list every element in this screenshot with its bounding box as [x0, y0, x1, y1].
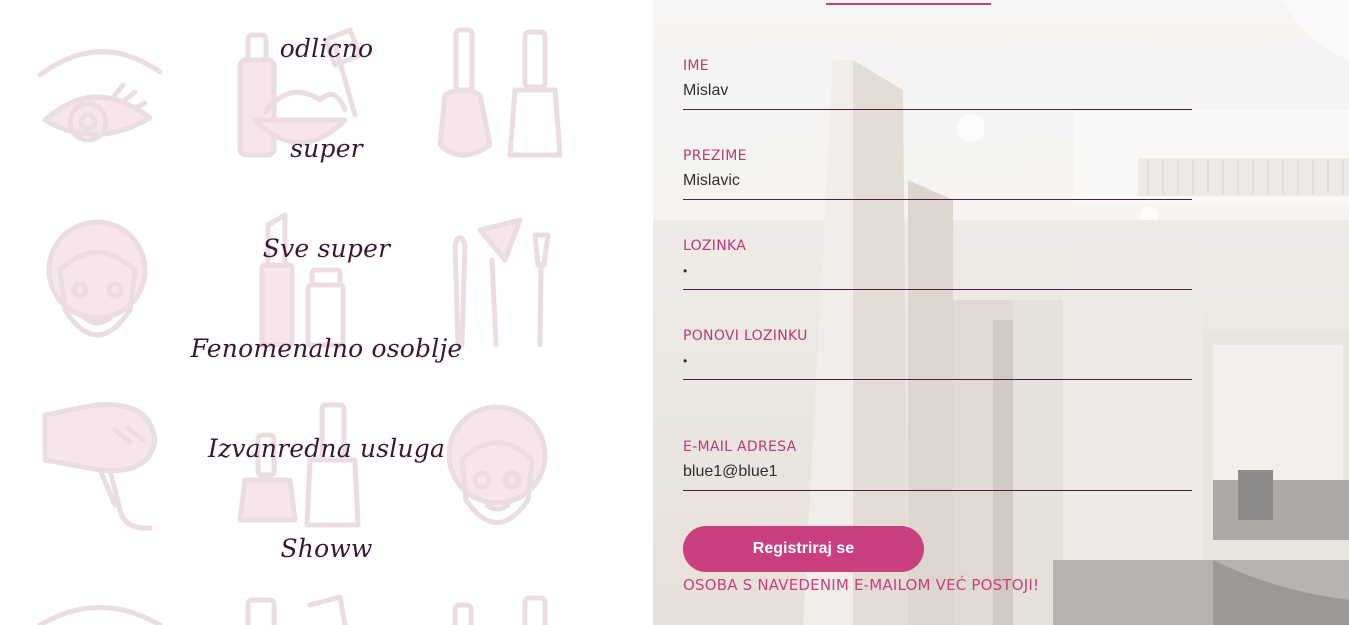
error-message: OSOBA S NAVEDENIM E-MAILOM VEĆ POSTOJI!: [683, 576, 1040, 594]
review-item: Izvanredna usluga: [0, 434, 653, 463]
last-name-field-group: PREZIME: [683, 148, 1192, 200]
reviews-panel: odlicno super Sve super Fenomenalno osob…: [0, 0, 653, 625]
nail-polish-icon-2: [237, 402, 361, 528]
repeat-password-input[interactable]: [683, 346, 1192, 380]
password-field-group: LOZINKA: [683, 238, 1192, 290]
repeat-password-label: PONOVI LOZINKU: [683, 328, 808, 344]
beauty-icons-background: [37, 27, 563, 625]
face-mask-icon-2: [446, 404, 548, 525]
review-item: Fenomenalno osoblje: [0, 334, 653, 363]
hair-dryer-icon: [42, 401, 158, 531]
email-field-group: E-MAIL ADRESA: [683, 439, 1192, 491]
review-item: Showw: [0, 534, 653, 563]
password-label: LOZINKA: [683, 238, 747, 254]
first-name-field-group: IME: [683, 58, 1192, 110]
last-name-input[interactable]: [683, 166, 1192, 200]
eye-makeup-icon: [37, 49, 163, 143]
first-name-input[interactable]: [683, 76, 1192, 110]
repeat-password-field-group: PONOVI LOZINKU: [683, 328, 1192, 380]
review-text: super: [290, 134, 363, 163]
password-input[interactable]: [683, 256, 1192, 290]
last-name-label: PREZIME: [683, 148, 747, 164]
registration-panel: IME PREZIME LOZINKA PONOVI LOZINKU E-MAI…: [653, 0, 1349, 625]
email-label: E-MAIL ADRESA: [683, 439, 797, 455]
review-item: super: [0, 134, 653, 163]
review-text: Fenomenalno osoblje: [190, 334, 463, 363]
review-text: Sve super: [262, 234, 391, 263]
heading-underline: [826, 3, 991, 5]
review-text: odlicno: [279, 34, 374, 63]
review-item: odlicno: [0, 34, 653, 63]
register-button[interactable]: Registriraj se: [683, 526, 924, 572]
review-text: Showw: [280, 534, 373, 563]
email-input[interactable]: [683, 457, 1192, 491]
bottom-row-icons: [37, 594, 548, 625]
first-name-label: IME: [683, 58, 709, 74]
review-text: Izvanredna usluga: [207, 434, 446, 463]
review-item: Sve super: [0, 234, 653, 263]
